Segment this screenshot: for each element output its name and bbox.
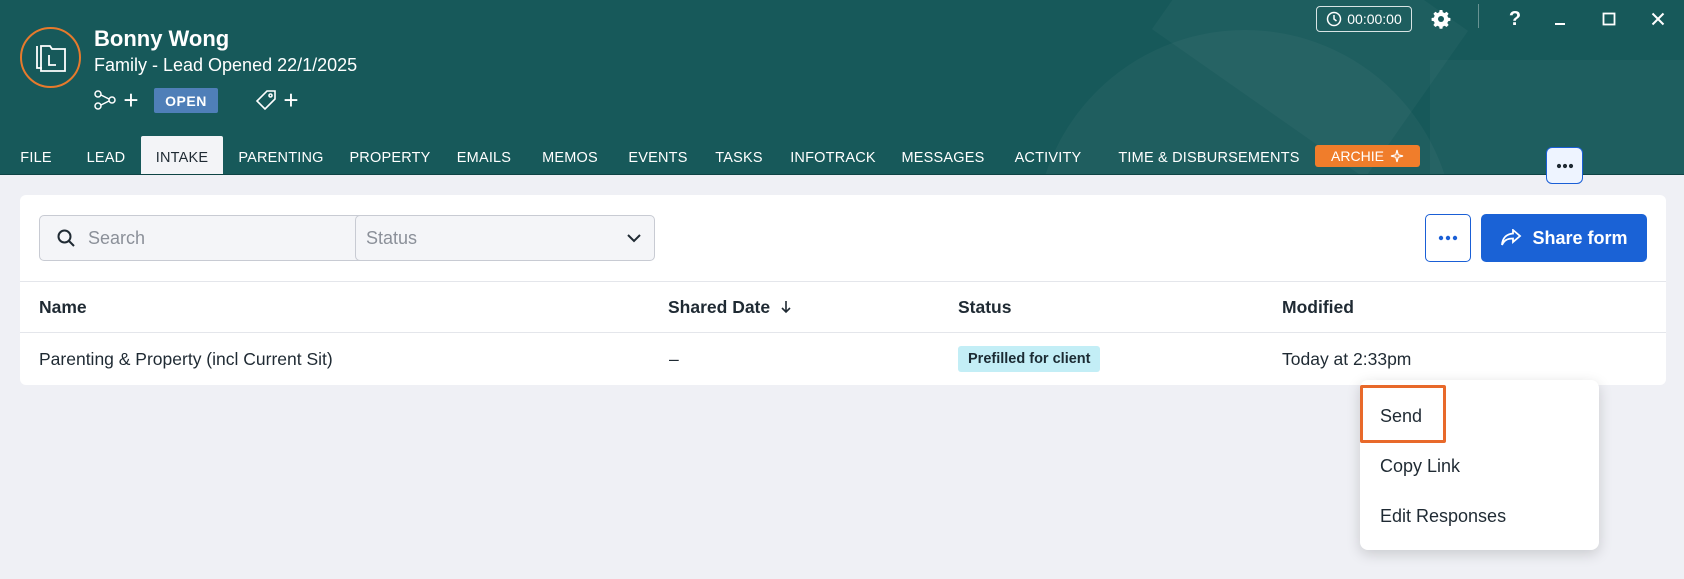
tab-parenting[interactable]: PARENTING xyxy=(236,136,326,174)
minimize-icon xyxy=(1555,23,1565,25)
tab-lead[interactable]: LEAD xyxy=(80,136,132,174)
row-form-name[interactable]: Parenting & Property (incl Current Sit) xyxy=(39,333,333,385)
help-button[interactable]: ? xyxy=(1497,4,1533,34)
tab-intake[interactable]: INTAKE xyxy=(141,136,223,174)
tab-messages[interactable]: MESSAGES xyxy=(902,136,985,174)
status-filter-placeholder: Status xyxy=(366,227,418,248)
row-actions-button[interactable] xyxy=(1546,147,1583,184)
clock-icon xyxy=(1327,11,1342,27)
row-actions-menu: Send Copy Link Edit Responses xyxy=(1360,380,1599,550)
search-input[interactable] xyxy=(88,227,348,249)
search-icon xyxy=(57,229,75,247)
share-form-button[interactable]: Share form xyxy=(1481,214,1647,262)
menu-item-edit-responses[interactable]: Edit Responses xyxy=(1380,506,1506,527)
tab-file[interactable]: FILE xyxy=(12,136,60,174)
gear-icon xyxy=(1431,10,1451,29)
more-icon xyxy=(1438,235,1458,241)
sparkle-icon xyxy=(1390,149,1404,163)
add-tag-button[interactable]: + xyxy=(279,87,303,113)
row-shared-date: – xyxy=(669,348,679,369)
tab-time-disbursements[interactable]: TIME & DISBURSEMENTS xyxy=(1109,136,1309,174)
link-nodes-icon[interactable] xyxy=(93,89,117,111)
chevron-down-icon xyxy=(627,234,641,243)
intake-forms-panel: Status Share form Name Shared Date Statu… xyxy=(20,195,1666,385)
tab-tasks[interactable]: TASKS xyxy=(713,136,765,174)
close-button[interactable] xyxy=(1640,4,1676,34)
menu-item-send[interactable]: Send xyxy=(1380,406,1422,427)
column-header-name[interactable]: Name xyxy=(39,282,87,332)
more-actions-button[interactable] xyxy=(1425,214,1471,262)
share-form-label: Share form xyxy=(1532,227,1628,248)
matter-header: Bonny Wong Family - Lead Opened 22/1/202… xyxy=(0,0,1684,175)
tab-infotrack[interactable]: INFOTRACK xyxy=(790,136,876,174)
status-pill: Prefilled for client xyxy=(958,346,1101,372)
row-modified: Today at 2:33pm xyxy=(1282,348,1412,369)
archie-label: ARCHIE xyxy=(1331,148,1384,164)
menu-item-copy-link[interactable]: Copy Link xyxy=(1380,456,1460,477)
status-filter-select[interactable]: Status xyxy=(355,215,655,261)
matter-subtitle: Family - Lead Opened 22/1/2025 xyxy=(94,55,358,75)
row-status: Prefilled for client xyxy=(958,333,1101,385)
archie-button[interactable]: ARCHIE xyxy=(1315,145,1420,167)
search-field[interactable] xyxy=(39,215,365,261)
table-header: Name Shared Date Status Modified xyxy=(20,281,1666,333)
tab-property[interactable]: PROPERTY xyxy=(348,136,432,174)
sort-down-arrow-icon xyxy=(781,301,791,314)
close-icon xyxy=(1651,12,1665,26)
settings-button[interactable] xyxy=(1423,4,1459,34)
status-badge: OPEN xyxy=(154,88,218,113)
matter-logo-icon xyxy=(20,27,81,88)
tag-icon[interactable] xyxy=(254,88,278,112)
timer-value: 00:00:00 xyxy=(1347,11,1402,27)
tab-memos[interactable]: MEMOS xyxy=(537,136,603,174)
column-header-shared-date-label: Shared Date xyxy=(668,296,771,317)
timer-button[interactable]: 00:00:00 xyxy=(1316,6,1412,32)
maximize-icon xyxy=(1602,12,1616,26)
table-row[interactable]: Parenting & Property (incl Current Sit) … xyxy=(20,333,1666,385)
add-link-button[interactable]: + xyxy=(119,87,143,113)
tab-emails[interactable]: EMAILS xyxy=(454,136,514,174)
tab-events[interactable]: EVENTS xyxy=(627,136,689,174)
window-divider xyxy=(1478,4,1479,28)
share-icon xyxy=(1501,229,1522,246)
column-header-modified[interactable]: Modified xyxy=(1282,282,1354,332)
column-header-shared-date[interactable]: Shared Date xyxy=(668,282,792,332)
more-icon xyxy=(1556,163,1573,168)
client-name: Bonny Wong xyxy=(94,26,230,51)
maximize-button[interactable] xyxy=(1591,4,1627,34)
minimize-button[interactable] xyxy=(1542,4,1578,34)
tab-activity[interactable]: ACTIVITY xyxy=(1011,136,1085,174)
column-header-status[interactable]: Status xyxy=(958,282,1011,332)
